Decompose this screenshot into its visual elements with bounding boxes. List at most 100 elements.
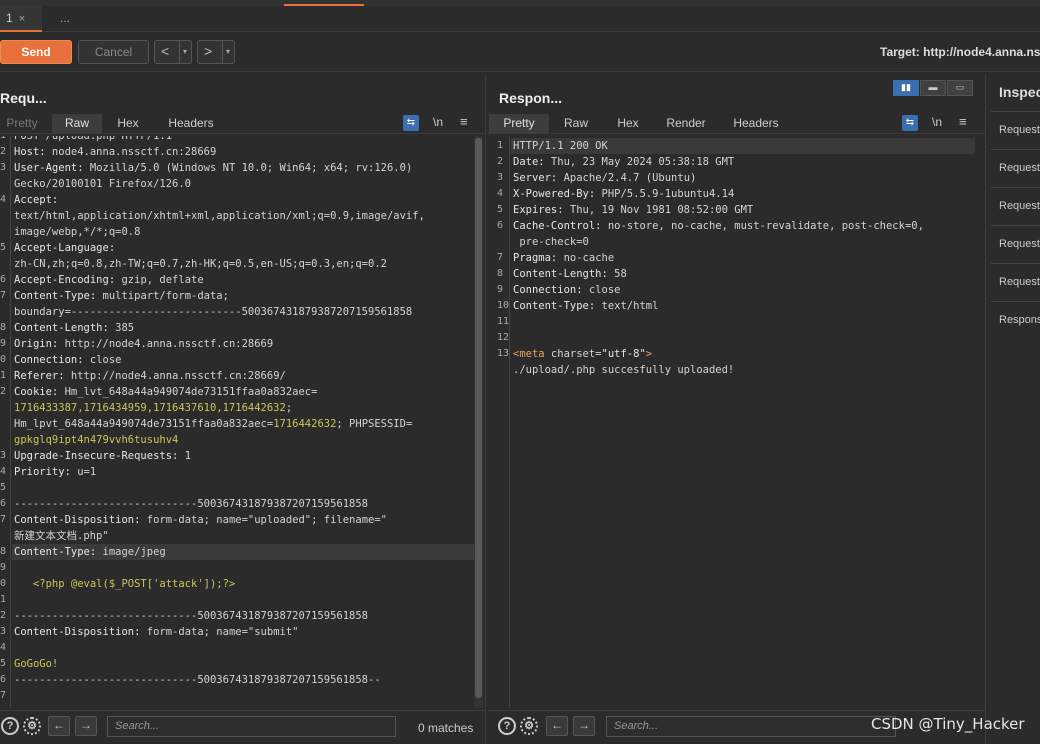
- chevron-down-icon[interactable]: ▾: [221, 41, 230, 63]
- line-number: 2: [0, 146, 7, 157]
- line-number: 9: [0, 338, 7, 349]
- code-token: text/html: [595, 300, 659, 312]
- code-line: Content-Type: text/html: [513, 298, 658, 314]
- code-line: Cookie: Hm_lvt_648a44a949074de73151ffaa0…: [14, 384, 317, 400]
- tab-headers[interactable]: Headers: [164, 114, 218, 134]
- history-back-button[interactable]: < ▾: [154, 40, 192, 64]
- inspector-item[interactable]: Request query parameters: [991, 149, 1040, 187]
- code-token: Apache/2.4.7 (Ubuntu): [557, 172, 697, 184]
- scrollbar-thumb[interactable]: [475, 138, 482, 698]
- response-viewer[interactable]: 1 HTTP/1.1 200 OK 2 Date: Thu, 23 May 2024 …: [488, 136, 985, 708]
- send-button[interactable]: Send: [0, 40, 72, 64]
- tab-headers[interactable]: Headers: [728, 114, 784, 134]
- search-prev-button[interactable]: ←: [546, 716, 568, 736]
- line-number: 2: [0, 610, 7, 621]
- history-forward-button[interactable]: > ▾: [197, 40, 235, 64]
- code-token: -----------------------------50036743187…: [14, 674, 381, 686]
- code-token: Connection:: [14, 354, 84, 366]
- code-line: Date: Thu, 23 May 2024 05:38:18 GMT: [513, 154, 734, 170]
- line-number: 6: [497, 220, 504, 231]
- request-editor[interactable]: 1 POST /upload.php HTTP/1.1 2 Host: node4.a…: [0, 136, 485, 708]
- inspector-item[interactable]: Response headers: [991, 301, 1040, 339]
- tab-raw[interactable]: Raw: [558, 114, 594, 134]
- code-token: Referer:: [14, 370, 65, 382]
- code-token: gpkglq9ipt4n479vvh6tusuhv4: [14, 434, 179, 446]
- search-next-button[interactable]: →: [573, 716, 595, 736]
- target-label[interactable]: Target: http://node4.anna.nssctf.cn:2866…: [880, 45, 1040, 59]
- chevron-right-icon: >: [204, 43, 213, 59]
- tab-pretty[interactable]: Pretty: [489, 114, 549, 134]
- code-line: Origin: http://node4.anna.nssctf.cn:2866…: [14, 336, 273, 352]
- gear-icon[interactable]: ⚙: [520, 717, 538, 735]
- line-number: 3: [497, 172, 504, 183]
- tab-render[interactable]: Render: [662, 114, 710, 134]
- inspector-item[interactable]: Request attributes: [991, 111, 1040, 149]
- tab-raw[interactable]: Raw: [52, 114, 102, 134]
- code-token: Expires:: [513, 204, 564, 216]
- search-next-button[interactable]: →: [75, 716, 97, 736]
- code-line: <meta charset="utf-8">: [513, 346, 652, 362]
- inspector-panel: Inspector Request attributes Request que…: [988, 74, 1040, 744]
- code-line: Host: node4.anna.nssctf.cn:28669: [14, 144, 216, 160]
- code-line: Content-Disposition: form-data; name="up…: [14, 512, 387, 528]
- code-token: -----------------------------50036743187…: [14, 498, 369, 510]
- tab-hex[interactable]: Hex: [108, 114, 148, 134]
- close-icon[interactable]: ×: [19, 13, 25, 25]
- tab-pretty[interactable]: Pretty: [4, 114, 40, 134]
- tab-label: 1: [6, 11, 13, 25]
- code-token: ;: [285, 402, 293, 414]
- layout-vertical-icon[interactable]: ▬: [920, 80, 946, 96]
- gear-icon[interactable]: ⚙: [23, 717, 41, 735]
- code-token: u=1: [70, 466, 97, 478]
- code-line: gpkglq9ipt4n479vvh6tusuhv4: [14, 432, 178, 448]
- help-icon[interactable]: ?: [498, 717, 516, 735]
- code-token: Accept:: [14, 194, 59, 206]
- code-token: Content-Type:: [14, 290, 97, 302]
- chevron-down-icon[interactable]: ▾: [178, 41, 187, 63]
- code-token: Cache-Control:: [513, 220, 602, 232]
- code-token: Content-Length:: [513, 268, 608, 280]
- help-icon[interactable]: ?: [1, 717, 19, 735]
- code-line: User-Agent: Mozilla/5.0 (Windows NT 10.0…: [14, 160, 412, 176]
- line-number: 13: [497, 348, 510, 359]
- search-input[interactable]: Search...: [606, 716, 896, 737]
- code-token: Content-Type:: [513, 300, 596, 312]
- request-search-bar: ? ⚙ ← → Search... 0 matches: [0, 710, 485, 740]
- request-scrollbar[interactable]: [474, 136, 483, 708]
- code-line: Expires: Thu, 19 Nov 1981 08:52:00 GMT: [513, 202, 753, 218]
- inspector-item[interactable]: Request body parameters: [991, 187, 1040, 225]
- tab-hex[interactable]: Hex: [608, 114, 648, 134]
- repeater-tab-more[interactable]: ...: [54, 6, 70, 32]
- code-token: Hm_lvt_648a44a949074de73151ffaa0a832aec=: [58, 386, 318, 398]
- newline-toggle[interactable]: \n: [932, 115, 942, 129]
- line-number: 8: [0, 322, 7, 333]
- repeater-tab-bar: 1 × ...: [0, 6, 1040, 32]
- search-input[interactable]: Search...: [107, 716, 396, 737]
- code-token: Host:: [14, 146, 46, 158]
- code-line: Content-Type: multipart/form-data;: [14, 288, 229, 304]
- code-line: GoGoGo!: [14, 656, 58, 672]
- repeater-tab-1[interactable]: 1 ×: [0, 6, 42, 32]
- code-token: Date:: [513, 156, 545, 168]
- code-line: Cache-Control: no-store, no-cache, must-…: [513, 218, 924, 234]
- code-token: X-Powered-By:: [513, 188, 596, 200]
- cancel-button[interactable]: Cancel: [78, 40, 149, 64]
- menu-icon[interactable]: ≡: [959, 114, 967, 129]
- code-line: HTTP/1.1 200 OK: [511, 138, 975, 154]
- layout-tabs-icon[interactable]: ▭: [947, 80, 973, 96]
- code-line: Upgrade-Insecure-Requests: 1: [14, 448, 191, 464]
- line-number: 4: [497, 188, 504, 199]
- request-panel: Requ... Pretty Raw Hex Headers ⇆ \n ≡ 1P…: [0, 74, 486, 744]
- code-line: X-Powered-By: PHP/5.5.9-1ubuntu4.14: [513, 186, 734, 202]
- newline-toggle[interactable]: \n: [433, 115, 443, 129]
- inspector-item[interactable]: Request headers: [991, 263, 1040, 301]
- code-token: POST /upload.php HTTP/1.1: [14, 136, 173, 142]
- search-prev-button[interactable]: ←: [48, 716, 70, 736]
- line-number: 6: [0, 674, 7, 685]
- layout-side-by-side-icon[interactable]: ▮▮: [893, 80, 919, 96]
- wrap-lines-icon[interactable]: ⇆: [403, 115, 419, 131]
- menu-icon[interactable]: ≡: [460, 114, 468, 129]
- inspector-item[interactable]: Request cookies: [991, 225, 1040, 263]
- code-token: close: [83, 354, 122, 366]
- wrap-lines-icon[interactable]: ⇆: [902, 115, 918, 131]
